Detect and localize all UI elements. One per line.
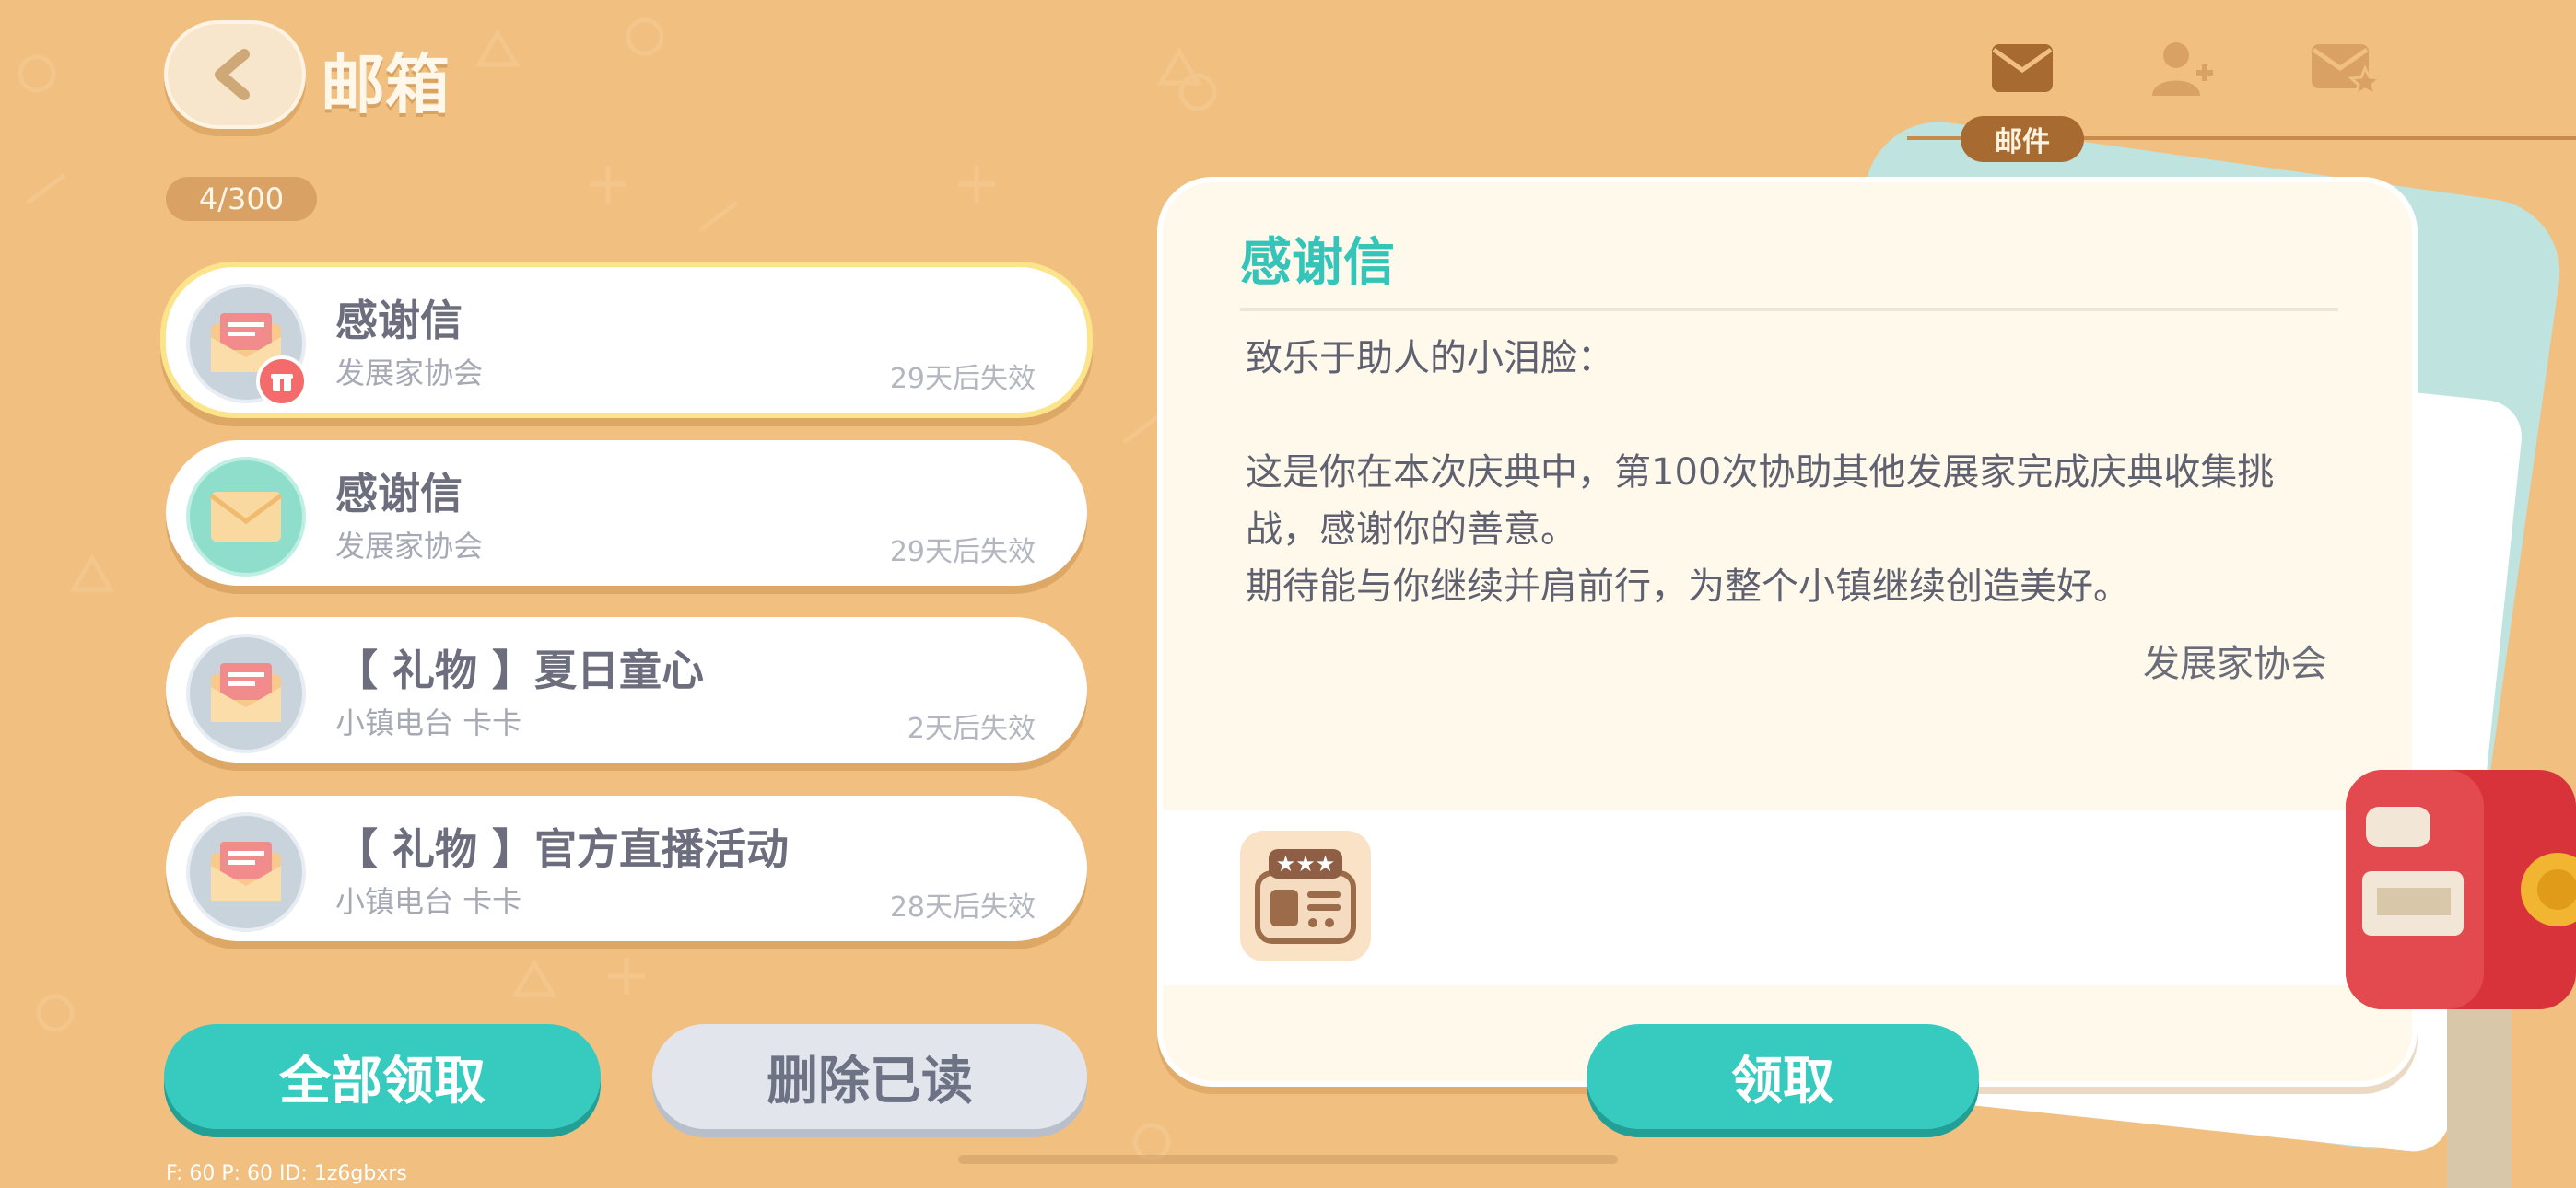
badge-card-icon: ★★★ <box>1255 849 1356 944</box>
mail-expiry: 29天后失效 <box>889 536 1036 568</box>
mail-sender: 发展家协会 <box>335 529 484 564</box>
mail-expiry: 28天后失效 <box>889 891 1036 924</box>
gift-badge <box>256 355 308 407</box>
tab-starred[interactable] <box>2303 31 2386 105</box>
mail-avatar <box>186 457 306 577</box>
debug-info: F: 60 P: 60 ID: 1z6gbxrs <box>166 1162 407 1185</box>
mail-sender: 发展家协会 <box>335 355 484 390</box>
attachments-strip: ★★★ <box>1163 810 2412 985</box>
detail-body: 致乐于助人的小泪脸： 这是你在本次庆典中，第100次协助其他发展家完成庆典收集挑… <box>1246 330 2342 615</box>
gift-icon <box>271 374 293 391</box>
detail-divider <box>1240 308 2338 311</box>
list-item[interactable]: 感谢信 发展家协会 29天后失效 <box>160 262 1093 418</box>
detail-greeting: 致乐于助人的小泪脸： <box>1246 337 1614 379</box>
tab-mail[interactable] <box>1981 31 2064 105</box>
mail-title: 【 礼物 】官方直播活动 <box>335 824 790 874</box>
delete-read-button[interactable]: 删除已读 <box>652 1024 1087 1129</box>
mail-avatar <box>186 812 306 932</box>
mail-detail-panel: 感谢信 致乐于助人的小泪脸： 这是你在本次庆典中，第100次协助其他发展家完成庆… <box>1157 177 2418 1087</box>
mail-count-badge: 4/300 <box>166 177 317 221</box>
add-friend-icon <box>2152 42 2213 96</box>
chevron-left-icon <box>215 49 250 100</box>
mail-expiry: 29天后失效 <box>889 363 1036 395</box>
tab-friends[interactable] <box>2141 31 2224 105</box>
gift-envelope-icon <box>211 663 281 722</box>
envelope-icon <box>1992 44 2053 92</box>
list-item[interactable]: 感谢信 发展家协会 29天后失效 <box>166 440 1087 586</box>
detail-paragraph: 这是你在本次庆典中，第100次协助其他发展家完成庆典收集挑战，感谢你的善意。 <box>1246 451 2275 551</box>
list-item[interactable]: 【 礼物 】夏日童心 小镇电台 卡卡 2天后失效 <box>166 617 1087 763</box>
list-item[interactable]: 【 礼物 】官方直播活动 小镇电台 卡卡 28天后失效 <box>166 796 1087 941</box>
detail-paragraph: 期待能与你继续并肩前行，为整个小镇继续创造美好。 <box>1246 565 2130 608</box>
starred-mail-icon <box>2312 44 2380 96</box>
detail-signature: 发展家协会 <box>2143 643 2327 685</box>
gift-envelope-icon <box>211 842 281 901</box>
claim-all-button[interactable]: 全部领取 <box>164 1024 601 1129</box>
mail-sender: 小镇电台 卡卡 <box>335 705 522 740</box>
mail-title: 【 礼物 】夏日童心 <box>335 646 705 695</box>
page-title: 邮箱 <box>321 47 450 122</box>
mail-title: 感谢信 <box>335 296 463 345</box>
back-button[interactable] <box>164 20 306 129</box>
open-envelope-icon <box>209 492 283 542</box>
mail-title: 感谢信 <box>335 469 463 518</box>
claim-button[interactable]: 领取 <box>1587 1024 1979 1129</box>
mailbox-decoration <box>2346 770 2576 1188</box>
tab-mail-label: 邮件 <box>1961 116 2084 162</box>
mail-expiry: 2天后失效 <box>907 713 1036 745</box>
detail-title: 感谢信 <box>1240 233 1395 293</box>
attachment-item[interactable]: ★★★ <box>1240 831 1371 961</box>
mail-avatar <box>186 284 308 407</box>
svg-text:★★★: ★★★ <box>1276 851 1336 877</box>
home-indicator[interactable] <box>958 1155 1618 1164</box>
mail-sender: 小镇电台 卡卡 <box>335 884 522 919</box>
mail-avatar <box>186 634 306 753</box>
